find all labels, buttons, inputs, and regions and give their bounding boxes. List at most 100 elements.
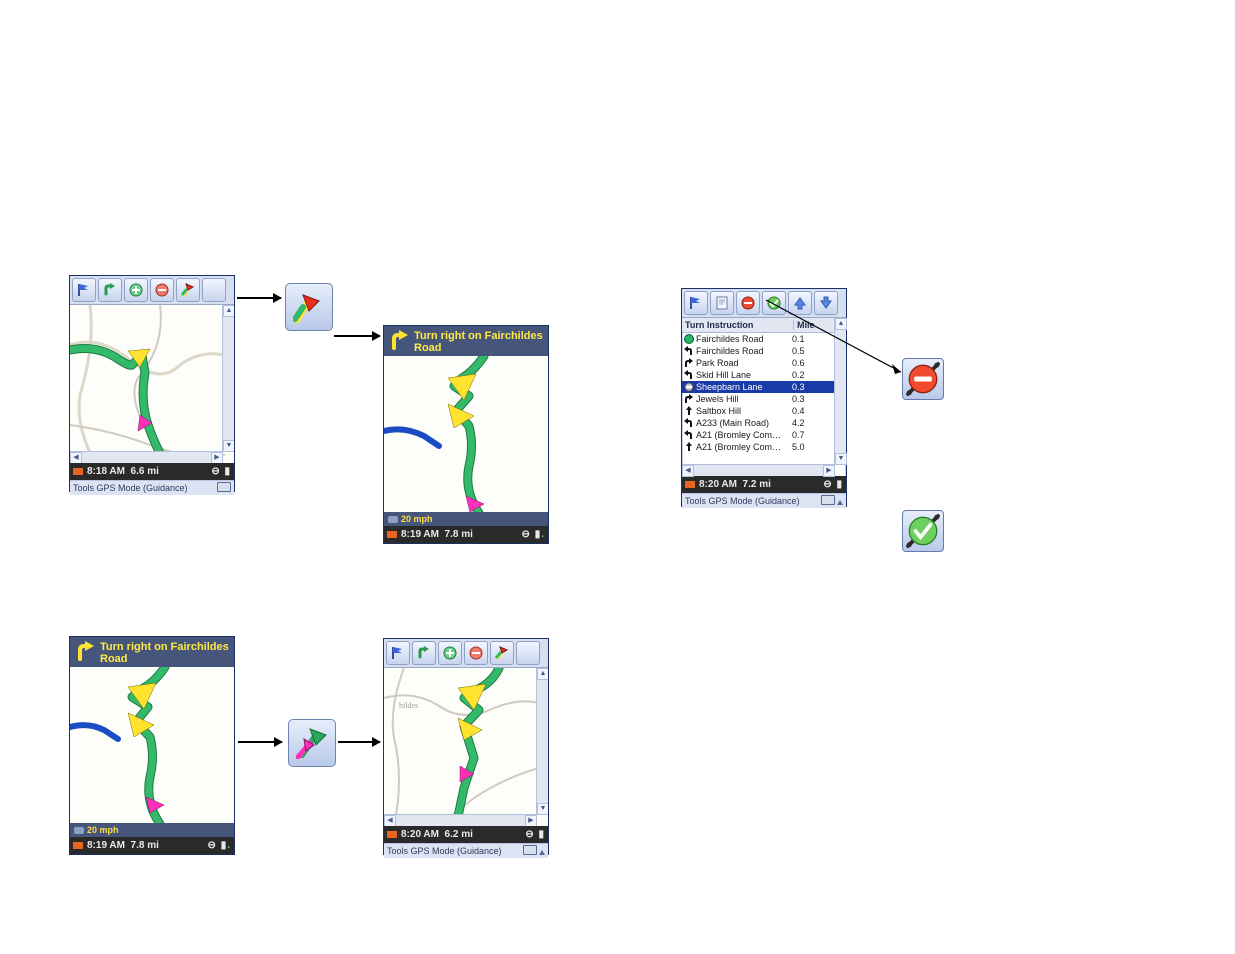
turn-miles: 5.0 — [792, 442, 818, 452]
horizontal-scrollbar[interactable]: ◀ ▶ — [384, 814, 537, 826]
start-icon — [684, 334, 694, 344]
flow-arrow — [338, 741, 380, 743]
up-icon[interactable] — [539, 850, 545, 855]
menu-bar-b[interactable]: Tools GPS Mode (Guidance) — [384, 843, 548, 858]
zoom-in-button[interactable] — [438, 641, 462, 665]
status-distance: 7.8 mi — [445, 529, 473, 540]
guidance-device-2: Turn right on Fairchildes Road 0.4 mi 20… — [69, 636, 235, 855]
turn-left-icon — [684, 418, 694, 428]
turn-list-row[interactable]: A21 (Bromley Com…0.7 — [682, 429, 846, 441]
scroll-right-icon[interactable]: ▶ — [211, 452, 223, 463]
avoid-icon — [684, 382, 694, 392]
status-icons: ⊖ ▮ — [525, 829, 545, 840]
zoom-in-button[interactable] — [124, 278, 148, 302]
up-icon[interactable] — [837, 500, 843, 505]
details-button[interactable] — [710, 291, 734, 315]
enter-guidance-button[interactable] — [285, 283, 333, 331]
menu-bar-list[interactable]: Tools GPS Mode (Guidance) — [682, 493, 846, 508]
guidance-banner: Turn right on Fairchildes Road — [384, 326, 548, 356]
flag-button[interactable] — [386, 641, 410, 665]
exit-guidance-button[interactable] — [288, 719, 336, 767]
map-device-b: hildes ▲ ▼ ◀ ▶ 8:20 AM 6.2 mi ⊖ ▮ Tools … — [383, 638, 549, 855]
scroll-left-icon[interactable]: ◀ — [682, 465, 694, 477]
turn-right-icon — [388, 330, 408, 350]
turn-list-row[interactable]: Saltbox Hill0.4 — [682, 405, 846, 417]
turn-left-icon — [684, 430, 694, 440]
flow-arrow — [334, 335, 380, 337]
turn-list-row[interactable]: A233 (Main Road)4.2 — [682, 417, 846, 429]
menu-label: Tools GPS Mode (Guidance) — [685, 496, 800, 506]
status-time: 8:20 AM — [699, 479, 737, 490]
status-bar-g1: 8:19 AM 7.8 mi ⊖ ▮. — [384, 526, 548, 543]
straight-icon — [684, 406, 694, 416]
status-time: 8:18 AM — [87, 466, 125, 477]
turn-button[interactable] — [412, 641, 436, 665]
zoom-out-button[interactable] — [150, 278, 174, 302]
turn-label: A233 (Main Road) — [696, 418, 792, 428]
speed-bar: 20 mph — [70, 823, 234, 837]
turn-right-icon — [684, 394, 694, 404]
horizontal-scrollbar[interactable]: ◀ ▶ — [682, 464, 835, 476]
flag-icon — [685, 481, 695, 488]
status-icons: ⊖ ▮ — [211, 466, 231, 477]
status-bar-a: 8:18 AM 6.6 mi ⊖ ▮ — [70, 463, 234, 480]
flag-icon — [73, 468, 83, 475]
vertical-scrollbar[interactable]: ▲ ▼ — [536, 668, 548, 815]
turn-miles: 0.7 — [792, 430, 818, 440]
guidance-button[interactable] — [176, 278, 200, 302]
toolbar-b — [384, 639, 548, 668]
scroll-down-icon[interactable]: ▼ — [223, 440, 234, 452]
horizontal-scrollbar[interactable]: ◀ ▶ — [70, 451, 223, 463]
keyboard-icon[interactable] — [821, 495, 835, 505]
speed-value: 20 mph — [401, 514, 433, 524]
status-icons: ⊖ ▮. — [522, 529, 545, 540]
menu-bar-a[interactable]: Tools GPS Mode (Guidance) — [70, 480, 234, 495]
scroll-right-icon[interactable]: ▶ — [823, 465, 835, 477]
map-canvas-b[interactable]: hildes ▲ ▼ ◀ ▶ — [384, 668, 548, 826]
map-canvas-a[interactable]: ▲ ▼ ◀ ▶ — [70, 305, 234, 463]
avoid-button[interactable] — [736, 291, 760, 315]
status-icons: ⊖ ▮. — [208, 840, 231, 851]
vertical-scrollbar[interactable]: ▲ ▼ — [222, 305, 234, 452]
flag-icon — [387, 831, 397, 838]
extra-button[interactable] — [516, 641, 540, 665]
turn-miles: 4.2 — [792, 418, 818, 428]
toolbar-a — [70, 276, 234, 305]
status-time: 8:19 AM — [87, 840, 125, 851]
turn-right-icon — [74, 641, 94, 661]
flow-arrow — [238, 741, 282, 743]
turn-list-row[interactable]: A21 (Bromley Com…5.0 — [682, 441, 846, 453]
map-canvas-g2[interactable] — [70, 667, 234, 824]
speed-icon — [74, 827, 84, 834]
guidance-button[interactable] — [490, 641, 514, 665]
keyboard-icon[interactable] — [523, 845, 537, 855]
status-bar-b: 8:20 AM 6.2 mi ⊖ ▮ — [384, 826, 548, 843]
map-canvas-g1[interactable] — [384, 356, 548, 513]
scroll-up-icon[interactable]: ▲ — [223, 305, 234, 317]
straight-icon — [684, 442, 694, 452]
scroll-left-icon[interactable]: ◀ — [384, 815, 396, 826]
flow-arrow — [237, 297, 281, 299]
avoid-road-big-button[interactable] — [902, 358, 944, 400]
scroll-down-icon[interactable]: ▼ — [537, 803, 548, 815]
speed-value: 20 mph — [87, 825, 119, 835]
scroll-down-icon[interactable]: ▼ — [835, 453, 847, 465]
scroll-left-icon[interactable]: ◀ — [70, 452, 82, 463]
zoom-out-button[interactable] — [464, 641, 488, 665]
turn-label: Saltbox Hill — [696, 406, 792, 416]
turn-left-icon — [684, 370, 694, 380]
keyboard-icon[interactable] — [217, 482, 231, 492]
allow-road-big-button[interactable] — [902, 510, 944, 552]
status-icons: ⊖ ▮ — [823, 479, 843, 490]
scroll-up-icon[interactable]: ▲ — [537, 668, 548, 680]
flag-button[interactable] — [72, 278, 96, 302]
guidance-banner: Turn right on Fairchildes Road — [70, 637, 234, 667]
status-distance: 7.2 mi — [743, 479, 771, 490]
turn-button[interactable] — [98, 278, 122, 302]
turn-label: A21 (Bromley Com… — [696, 442, 792, 452]
speed-bar: 20 mph — [384, 512, 548, 526]
guidance-text: Turn right on Fairchildes Road — [100, 641, 230, 665]
extra-button[interactable] — [202, 278, 226, 302]
scroll-right-icon[interactable]: ▶ — [525, 815, 537, 826]
flag-button[interactable] — [684, 291, 708, 315]
